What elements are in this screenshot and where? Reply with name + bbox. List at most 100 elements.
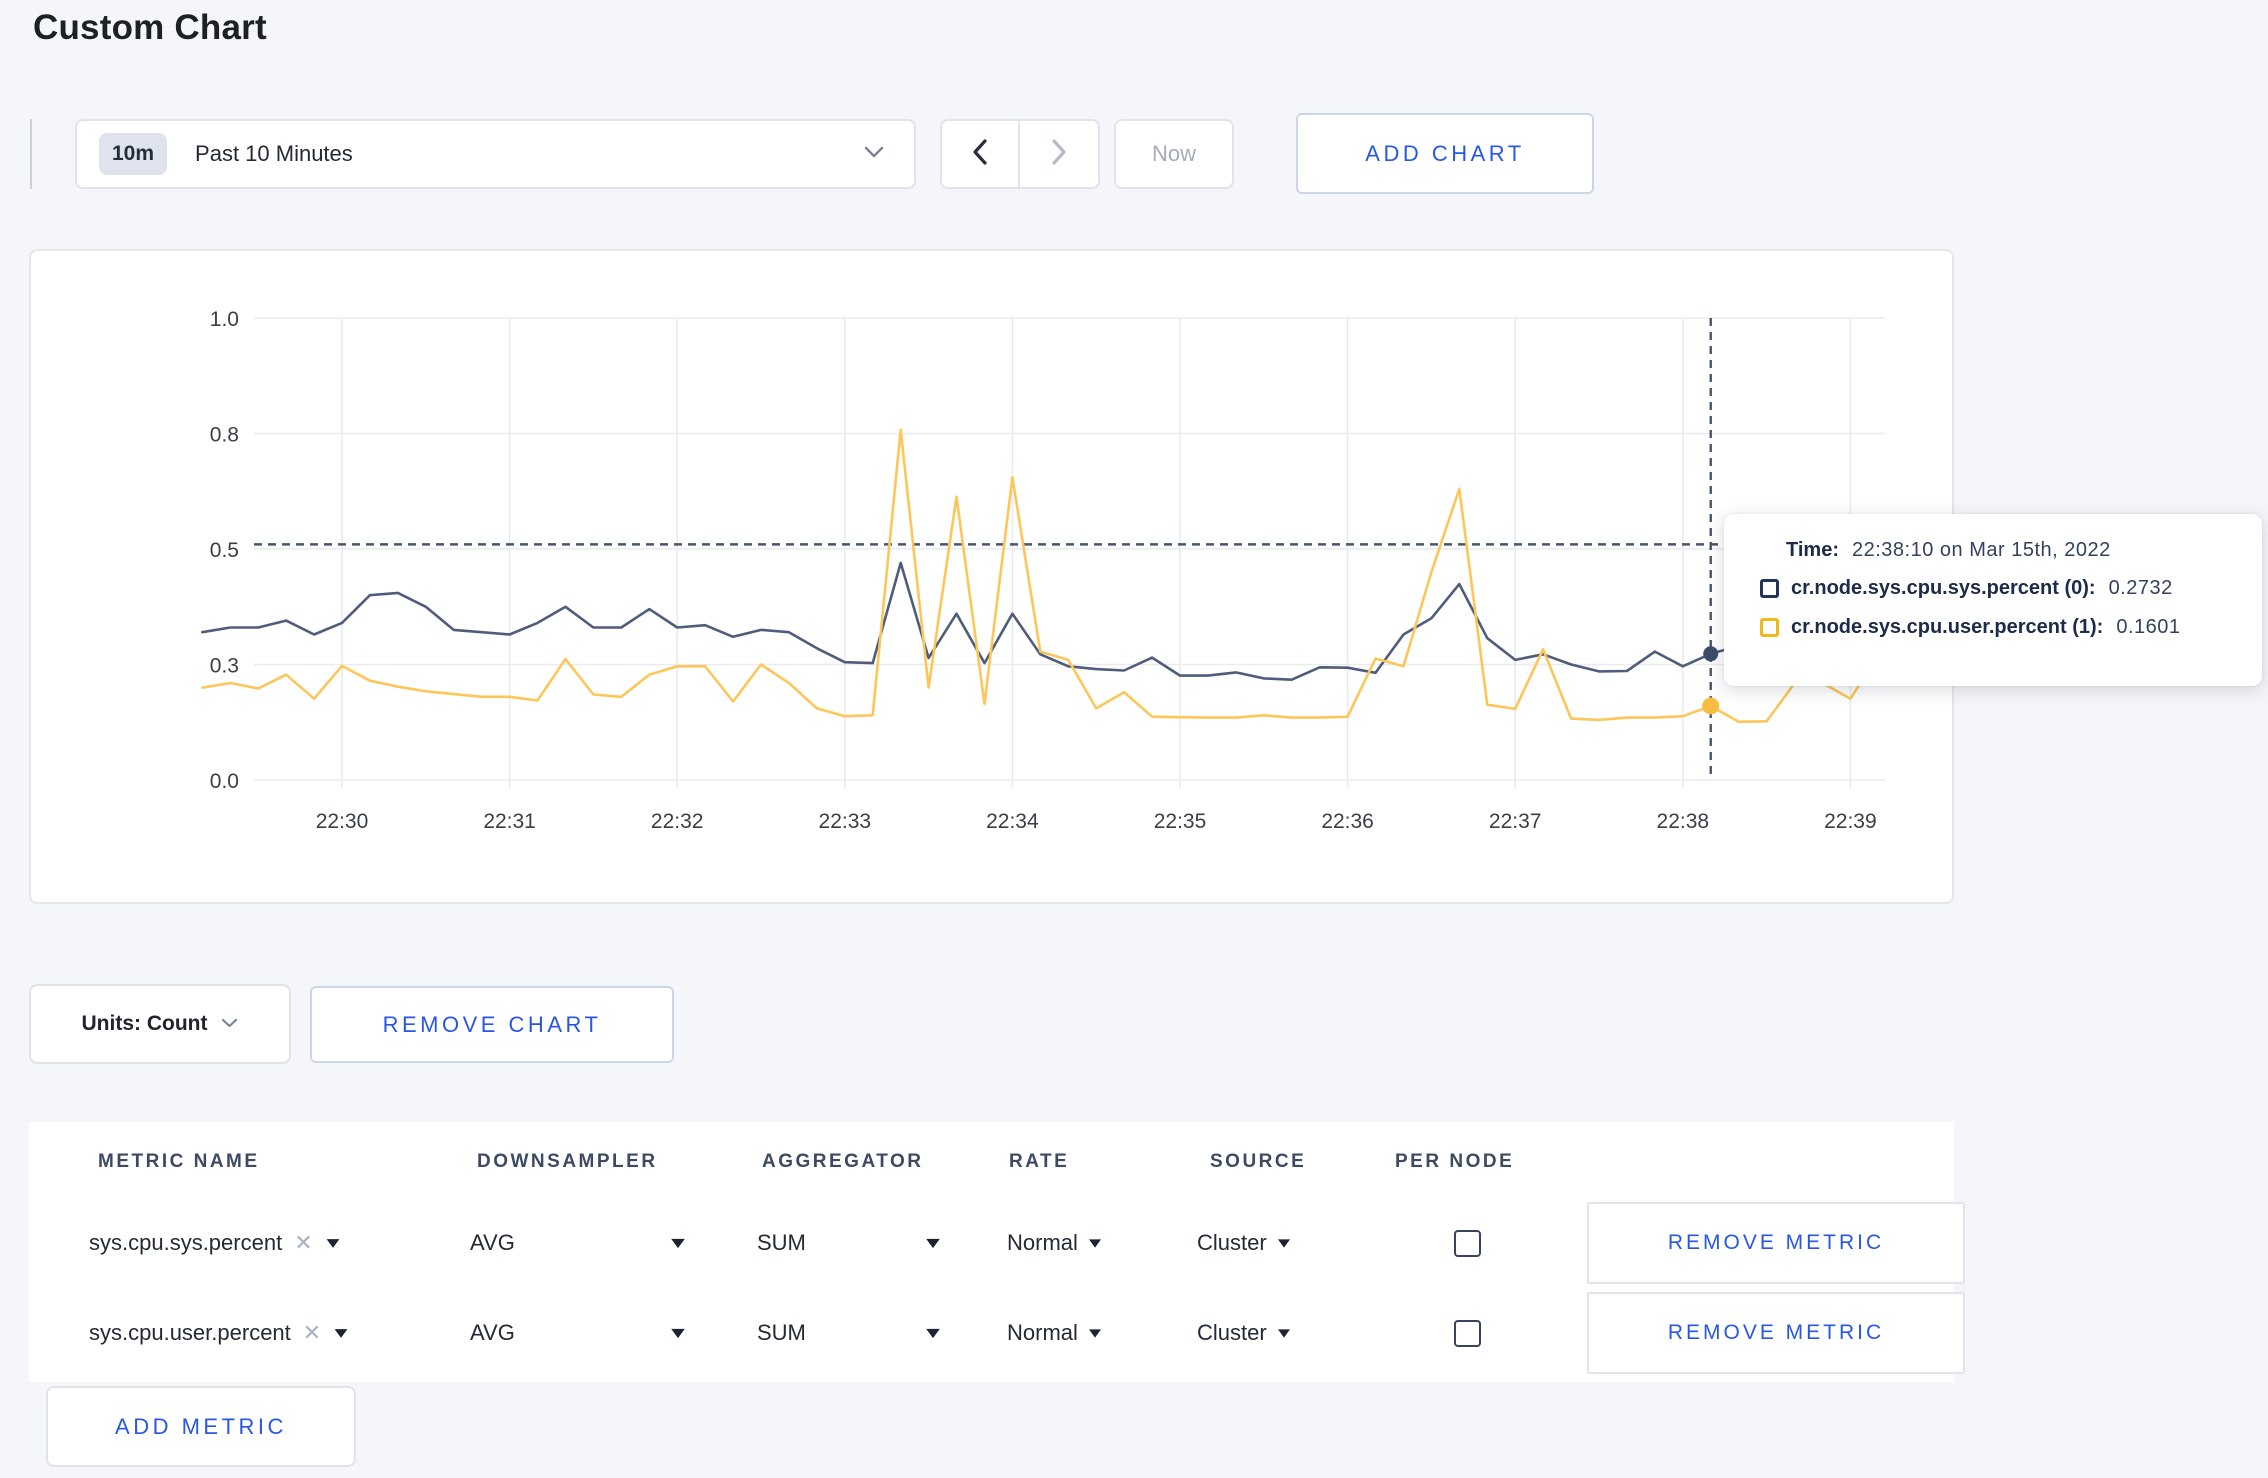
metric-row: sys.cpu.sys.percent ✕ AVG SUM Normal Cluster R… <box>29 1202 1965 1284</box>
metric-name-cell[interactable]: sys.cpu.user.percent ✕ <box>77 1320 469 1346</box>
time-window-badge: 10m <box>99 133 168 175</box>
x-axis-tick-label: 22:39 <box>1824 810 1877 833</box>
tooltip-time-value: 22:38:10 on Mar 15th, 2022 <box>1851 539 2111 561</box>
add-metric-button[interactable]: ADD METRIC <box>46 1386 356 1467</box>
chevron-down-icon <box>926 1328 940 1338</box>
chevron-down-icon <box>1277 1328 1290 1338</box>
y-axis-tick-label: 0.0 <box>210 770 239 793</box>
crosshair-dot-sys <box>1703 646 1719 662</box>
tooltip-entries: cr.node.sys.cpu.sys.percent (0): 0.2732 cr… <box>1760 577 2238 639</box>
chart-card: 0.0 0.3 0.5 0.8 1.0 22:30 22:31 22:32 22:33 22:34… <box>29 249 2262 906</box>
metrics-table-header: METRIC NAME DOWNSAMPLER AGGREGATOR RATE SOUR… <box>29 1122 1954 1202</box>
metric-name-text: sys.cpu.user.percent <box>89 1320 291 1345</box>
clear-metric-icon[interactable]: ✕ <box>303 1320 321 1346</box>
aggregator-select-value: SUM <box>757 1230 806 1255</box>
x-axis-tick-label: 22:36 <box>1321 810 1374 833</box>
units-select[interactable]: Units: Count <box>29 984 291 1064</box>
series-legend-swatch-icon <box>1760 579 1779 598</box>
x-axis-tick-label: 22:33 <box>819 810 872 833</box>
source-select-value: Cluster <box>1197 1320 1267 1345</box>
add-chart-button[interactable]: ADD CHART <box>1296 113 1594 194</box>
aggregator-select[interactable]: SUM <box>754 1230 941 1256</box>
x-axis-tick-label: 22:34 <box>986 810 1039 833</box>
downsampler-select-value: AVG <box>470 1320 515 1345</box>
column-header-metric-name: METRIC NAME <box>98 1151 260 1172</box>
units-label: Units: Count <box>81 1012 208 1035</box>
tooltip-series-value: 0.2732 <box>2108 577 2173 599</box>
column-header-source: SOURCE <box>1210 1151 1307 1172</box>
x-axis-tick-label: 22:32 <box>651 810 704 833</box>
metrics-table-rows: sys.cpu.sys.percent ✕ AVG SUM Normal Cluster R… <box>29 1202 1965 1374</box>
metric-row: sys.cpu.user.percent ✕ AVG SUM Normal Cluster… <box>29 1292 1965 1374</box>
downsampler-select[interactable]: AVG <box>469 1320 686 1346</box>
y-axis-tick-label: 0.3 <box>210 655 239 678</box>
time-window-label: Past 10 Minutes <box>195 141 353 166</box>
source-select-value: Cluster <box>1197 1230 1267 1255</box>
tooltip-series-row: cr.node.sys.cpu.sys.percent (0): 0.2732 <box>1760 577 2238 600</box>
metric-name-text: sys.cpu.sys.percent <box>89 1230 283 1255</box>
y-axis-tick-label: 0.8 <box>210 424 239 447</box>
y-axis-tick-label: 0.5 <box>210 539 239 562</box>
column-header-aggregator: AGGREGATOR <box>762 1151 924 1172</box>
remove-metric-button[interactable]: REMOVE METRIC <box>1587 1202 1965 1284</box>
rate-select-value: Normal <box>1007 1230 1078 1255</box>
column-header-rate: RATE <box>1009 1151 1070 1172</box>
toolbar-divider <box>30 119 32 189</box>
per-node-checkbox[interactable] <box>1454 1319 1481 1347</box>
page-title: Custom Chart <box>33 8 267 47</box>
tooltip-time-row: Time: 22:38:10 on Mar 15th, 2022 <box>1786 539 2238 562</box>
tooltip-series-value: 0.1601 <box>2116 616 2181 638</box>
chevron-down-icon <box>671 1328 685 1338</box>
rate-select[interactable]: Normal <box>1004 1320 1103 1346</box>
column-header-downsampler: DOWNSAMPLER <box>477 1151 658 1172</box>
tooltip-series-label: cr.node.sys.cpu.user.percent (1): <box>1791 616 2104 638</box>
x-axis-tick-label: 22:35 <box>1154 810 1207 833</box>
chevron-down-icon <box>1088 1238 1101 1248</box>
series-line-0 <box>201 561 1880 682</box>
now-button[interactable]: Now <box>1114 119 1234 189</box>
column-header-per-node: PER NODE <box>1395 1151 1515 1172</box>
aggregator-select[interactable]: SUM <box>754 1320 941 1346</box>
per-node-checkbox[interactable] <box>1454 1229 1481 1257</box>
timeseries-chart[interactable]: 0.0 0.3 0.5 0.8 1.0 22:30 22:31 22:32 22:33 22:34… <box>31 251 1956 906</box>
crosshair-dot-user <box>1702 697 1720 715</box>
source-select[interactable]: Cluster <box>1194 1320 1292 1346</box>
time-pager <box>940 119 1100 189</box>
series-legend-swatch-icon <box>1760 618 1779 637</box>
x-axis-tick-label: 22:30 <box>316 810 369 833</box>
chevron-down-icon <box>1277 1238 1290 1248</box>
chevron-down-icon <box>1088 1328 1101 1338</box>
x-axis-tick-label: 22:37 <box>1489 810 1542 833</box>
downsampler-select[interactable]: AVG <box>469 1230 686 1256</box>
tooltip-series-row: cr.node.sys.cpu.user.percent (1): 0.1601 <box>1760 616 2238 639</box>
next-time-button[interactable] <box>1020 121 1098 187</box>
remove-metric-button[interactable]: REMOVE METRIC <box>1587 1292 1965 1374</box>
x-axis-tick-label: 22:31 <box>483 810 536 833</box>
chart-tooltip: Time: 22:38:10 on Mar 15th, 2022 cr.node… <box>1724 514 2262 686</box>
chevron-down-icon <box>926 1238 940 1248</box>
tooltip-series-label: cr.node.sys.cpu.sys.percent (0): <box>1791 577 2096 599</box>
chevron-down-icon <box>671 1238 685 1248</box>
remove-chart-button[interactable]: REMOVE CHART <box>310 986 674 1063</box>
time-window-select[interactable]: 10m Past 10 Minutes <box>75 119 916 189</box>
metric-name-cell[interactable]: sys.cpu.sys.percent ✕ <box>77 1230 469 1256</box>
x-axis-tick-label: 22:38 <box>1657 810 1710 833</box>
series-line-1 <box>201 428 1880 724</box>
aggregator-select-value: SUM <box>757 1320 806 1345</box>
chevron-down-icon <box>864 145 884 163</box>
y-axis-tick-label: 1.0 <box>210 308 239 331</box>
custom-chart-page: Custom Chart 10m Past 10 Minutes Now ADD… <box>0 0 2268 1478</box>
previous-time-button[interactable] <box>942 121 1020 187</box>
clear-metric-icon[interactable]: ✕ <box>294 1230 312 1256</box>
chevron-left-icon <box>972 138 988 170</box>
downsampler-select-value: AVG <box>470 1230 515 1255</box>
rate-select[interactable]: Normal <box>1004 1230 1103 1256</box>
chevron-down-icon <box>221 1015 238 1033</box>
metric-dropdown-caret-icon[interactable] <box>334 1328 348 1338</box>
metrics-table: METRIC NAME DOWNSAMPLER AGGREGATOR RATE SOUR… <box>29 1122 1965 1382</box>
metric-dropdown-caret-icon[interactable] <box>326 1238 340 1248</box>
rate-select-value: Normal <box>1007 1320 1078 1345</box>
tooltip-time-label: Time: <box>1786 539 1839 561</box>
source-select[interactable]: Cluster <box>1194 1230 1292 1256</box>
chevron-right-icon <box>1051 138 1067 170</box>
